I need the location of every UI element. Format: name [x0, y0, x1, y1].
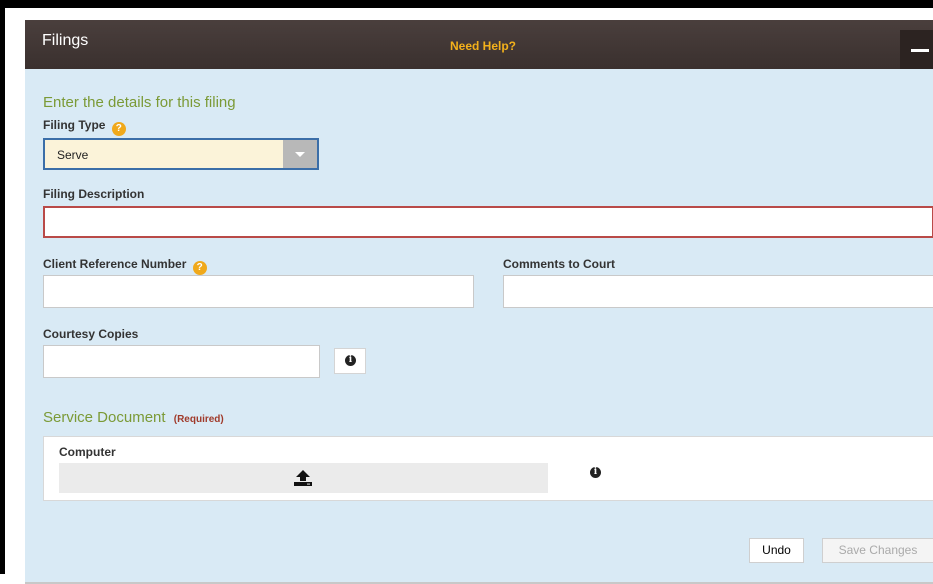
help-icon[interactable]: ? [192, 261, 207, 275]
document-source-label: Computer [59, 445, 116, 459]
undo-button[interactable]: Undo [749, 538, 804, 563]
minus-icon [911, 49, 929, 52]
upload-info-button[interactable]: i [580, 461, 612, 487]
client-reference-label: Client Reference Number ? [43, 257, 207, 275]
upload-dropzone[interactable] [59, 463, 548, 493]
need-help-link[interactable]: Need Help? [450, 39, 516, 53]
filing-description-input[interactable] [43, 206, 933, 238]
panel-title: Filings [42, 32, 89, 49]
info-icon: i [345, 355, 356, 366]
collapse-button[interactable] [900, 30, 933, 69]
service-document-title-text: Service Document [43, 409, 166, 426]
window-frame: Filings Need Help? Enter the details for… [0, 0, 933, 584]
required-badge: (Required) [173, 414, 224, 425]
courtesy-copies-info-button[interactable]: i [334, 348, 366, 374]
comments-to-court-input[interactable] [503, 275, 933, 308]
upload-icon [294, 470, 312, 486]
filing-type-select[interactable]: Serve [43, 138, 319, 170]
panel-header: Filings Need Help? [25, 20, 933, 69]
info-icon: i [590, 467, 601, 478]
comments-to-court-label: Comments to Court [503, 257, 615, 271]
client-reference-input[interactable] [43, 275, 474, 308]
dropdown-arrow[interactable] [283, 140, 317, 168]
courtesy-copies-label: Courtesy Copies [43, 327, 139, 341]
help-icon[interactable]: ? [111, 122, 126, 136]
filing-type-label-text: Filing Type [43, 118, 106, 132]
filings-panel: Filings Need Help? Enter the details for… [25, 20, 933, 584]
filing-type-selected-value: Serve [57, 148, 89, 162]
filing-description-label: Filing Description [43, 187, 145, 201]
filing-type-label: Filing Type ? [43, 118, 126, 136]
chevron-down-icon [295, 152, 305, 157]
details-section-title: Enter the details for this filing [43, 94, 236, 111]
service-document-title: Service Document (Required) [43, 409, 224, 426]
courtesy-copies-input[interactable] [43, 345, 320, 378]
service-document-box: Computer i [43, 436, 933, 501]
save-changes-button[interactable]: Save Changes [822, 538, 933, 563]
client-reference-label-text: Client Reference Number [43, 257, 187, 271]
